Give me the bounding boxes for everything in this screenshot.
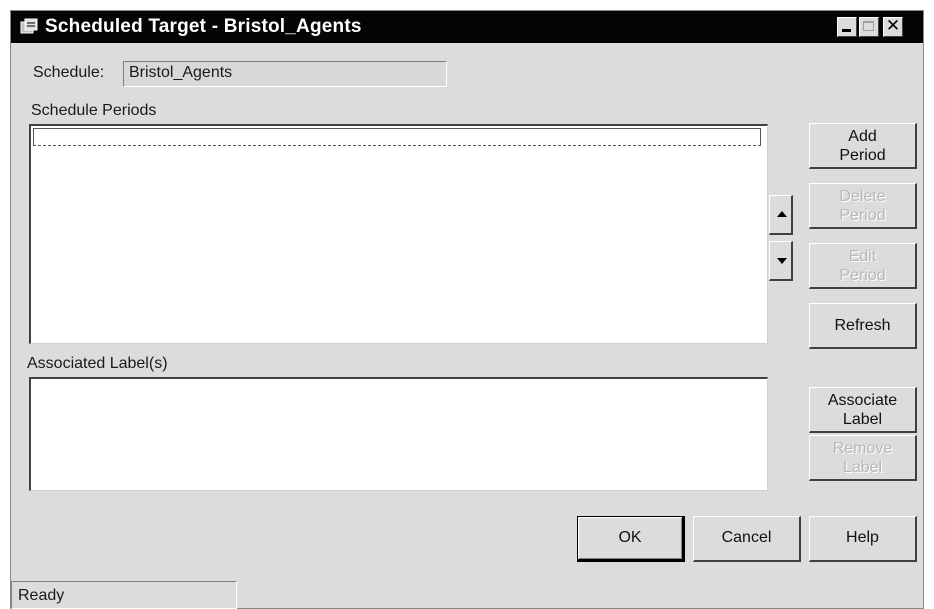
remove-label-button[interactable]: Remove Label <box>809 435 917 481</box>
maximize-icon <box>863 21 874 31</box>
scheduled-target-icon <box>19 18 39 36</box>
arrow-down-icon <box>777 258 787 264</box>
minimize-button[interactable] <box>837 17 857 37</box>
cancel-button[interactable]: Cancel <box>693 516 801 562</box>
remove-label-line1: Remove <box>832 440 893 457</box>
schedule-periods-list[interactable] <box>29 124 768 344</box>
remove-label-line2: Label <box>842 459 883 476</box>
refresh-button[interactable]: Refresh <box>809 303 917 349</box>
associated-labels-label: Associated Label(s) <box>27 355 168 372</box>
maximize-button[interactable] <box>859 17 879 37</box>
edit-period-button[interactable]: Edit Period <box>809 243 917 289</box>
schedule-name-field[interactable]: Bristol_Agents <box>123 61 447 87</box>
ok-button[interactable]: OK <box>577 516 685 562</box>
close-icon: ✕ <box>885 16 901 35</box>
delete-period-button[interactable]: Delete Period <box>809 183 917 229</box>
arrow-up-icon <box>777 211 787 217</box>
delete-period-label-line1: Delete <box>839 188 886 205</box>
schedule-label: Schedule: <box>33 64 105 81</box>
list-focus-row[interactable] <box>33 128 761 146</box>
title-bar[interactable]: Scheduled Target - Bristol_Agents ✕ <box>11 11 923 43</box>
associated-labels-list[interactable] <box>29 377 768 491</box>
scheduled-target-dialog: Scheduled Target - Bristol_Agents ✕ Sche… <box>10 10 924 609</box>
close-button[interactable]: ✕ <box>883 16 903 37</box>
window-title: Scheduled Target - Bristol_Agents <box>45 16 362 37</box>
associate-label-button[interactable]: Associate Label <box>809 387 917 433</box>
add-period-button[interactable]: Add Period <box>809 123 917 169</box>
associate-label-line1: Associate <box>827 392 898 409</box>
minimize-icon <box>842 29 851 32</box>
help-button[interactable]: Help <box>809 516 917 562</box>
status-bar-text: Ready <box>11 581 237 609</box>
move-down-button[interactable] <box>769 241 793 281</box>
edit-period-label-line2: Period <box>839 267 886 284</box>
associate-label-line2: Label <box>842 411 883 428</box>
delete-period-label-line2: Period <box>839 207 886 224</box>
add-period-label-line1: Add <box>848 128 877 145</box>
edit-period-label-line1: Edit <box>848 248 877 265</box>
move-up-button[interactable] <box>769 195 793 235</box>
add-period-label-line2: Period <box>839 147 886 164</box>
schedule-periods-label: Schedule Periods <box>31 102 157 119</box>
